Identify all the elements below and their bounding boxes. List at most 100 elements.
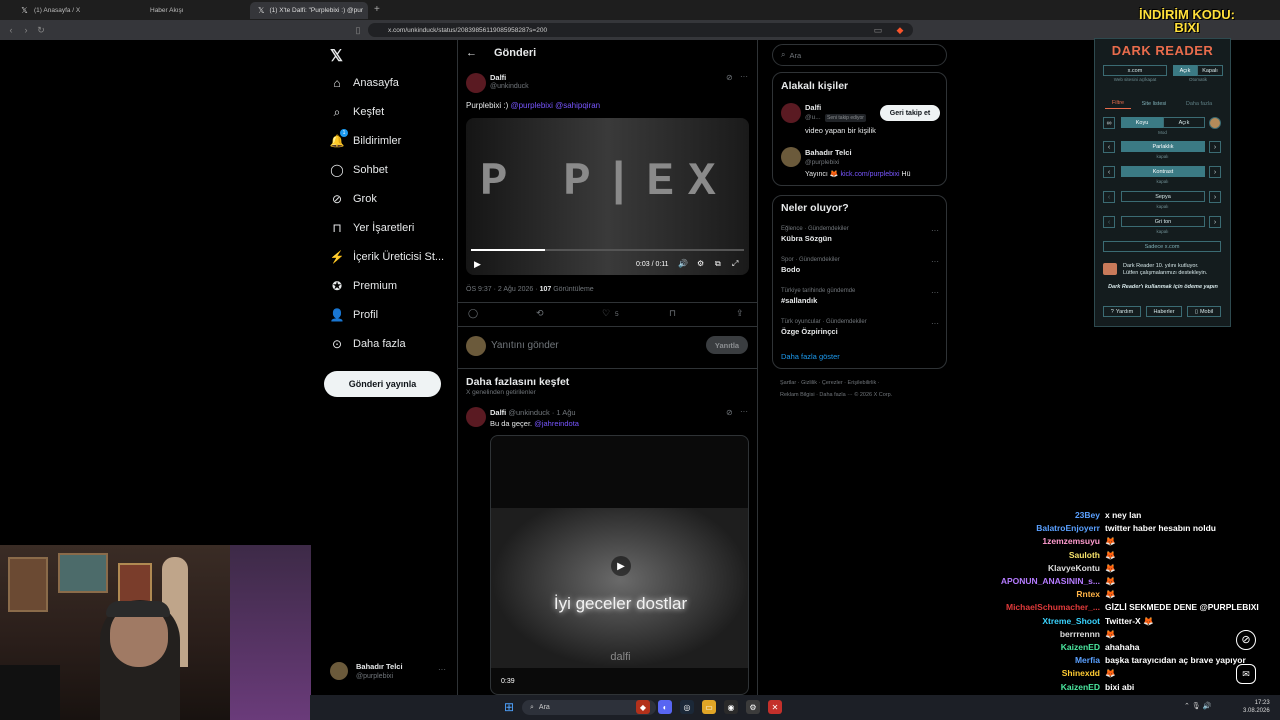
post-video[interactable]: P P|EX ▶ 0:03 / 0:11 🔊 ⚙ ⧉ ⤢ [466, 118, 749, 275]
mode-light[interactable]: Açık [1163, 117, 1205, 128]
nav-bookmarks[interactable]: ⊓ Yer İşaretleri [330, 217, 414, 239]
play-icon[interactable]: ▶ [474, 259, 481, 270]
footer-links[interactable]: Reklam Bilgisi · Daha fazla ··· © 2026 X… [780, 392, 892, 398]
browser-tab-2[interactable]: Haber Akışı [128, 2, 246, 19]
account-switcher[interactable]: Bahadır Telci @purplebixi ··· [330, 660, 450, 684]
grok-icon[interactable]: ⊘ [726, 73, 733, 82]
trend-item[interactable]: Spor · Gündemdekiler Bodo ··· [781, 257, 941, 274]
follow-back-button[interactable]: Geri takip et [880, 105, 940, 121]
show-more-link[interactable]: Daha fazla göster [781, 352, 840, 361]
chat-username[interactable]: berrrennn [990, 629, 1105, 642]
chat-username[interactable]: Rntex [990, 589, 1105, 602]
brightness-slider[interactable]: Parlaklık [1121, 141, 1205, 152]
nav-creator-studio[interactable]: ⚡ İçerik Üreticisi St... [330, 246, 445, 268]
tab-filter[interactable]: Filtre [1105, 98, 1131, 109]
chevron-left-icon[interactable]: ‹ [1103, 166, 1115, 178]
chevron-right-icon[interactable]: › [1209, 191, 1221, 203]
new-tab-button[interactable]: + [374, 4, 380, 15]
chat-username[interactable]: Xtreme_Shoot [990, 616, 1105, 629]
mobile-button[interactable]: ▯ Mobil [1187, 306, 1221, 317]
chat-username[interactable]: APONUN_ANASININ_s... [990, 576, 1105, 589]
on-toggle[interactable]: Açık [1173, 65, 1197, 76]
only-for-site-button[interactable]: Sadece x.com [1103, 241, 1221, 252]
avatar[interactable] [781, 147, 801, 167]
chat-username[interactable]: KaizenED [990, 682, 1105, 695]
app-icon[interactable]: ✕ [768, 700, 782, 714]
forward-icon[interactable]: › [20, 24, 32, 36]
chevron-left-icon[interactable]: ‹ [1103, 141, 1115, 153]
settings-icon[interactable]: ⚙ [697, 259, 704, 268]
glasses-icon[interactable]: ∞ [1103, 117, 1115, 129]
off-toggle[interactable]: Kapalı [1197, 65, 1223, 76]
windows-start-icon[interactable]: ⊞ [502, 700, 516, 714]
avatar[interactable] [466, 407, 486, 427]
folder-icon[interactable]: ▭ [702, 700, 716, 714]
steam-icon[interactable]: ◎ [680, 700, 694, 714]
chevron-right-icon[interactable]: › [1209, 166, 1221, 178]
chat-username[interactable]: 1zemzemsuyu [990, 536, 1105, 549]
contrast-slider[interactable]: Kontrast [1121, 166, 1205, 177]
address-bar[interactable]: x.com/unkinduck/status/20839856119085958… [368, 23, 913, 37]
mode-dark[interactable]: Koyu [1121, 117, 1163, 128]
nav-grok[interactable]: ⊘ Grok [330, 188, 377, 210]
chevron-right-icon[interactable]: › [1209, 141, 1221, 153]
post-author[interactable]: Dalfi [490, 73, 506, 82]
reply-button[interactable]: Yanıtla [706, 336, 748, 354]
chat-username[interactable]: MichaelSchumacher_... [990, 602, 1105, 615]
tab-site-list[interactable]: Site listesi [1135, 98, 1173, 109]
search-box[interactable]: ⌕ Ara [772, 44, 947, 66]
repost-icon[interactable]: ⟲ [536, 308, 544, 319]
clock[interactable]: 17:23 3.08.2026 [1243, 699, 1270, 715]
avatar-icon[interactable] [1209, 117, 1221, 129]
chat-username[interactable]: KaizenED [990, 642, 1105, 655]
avatar[interactable] [466, 73, 486, 93]
nav-chat[interactable]: ◯ Sohbet [330, 159, 388, 181]
grok-float-icon[interactable]: ⊘ [1236, 630, 1256, 650]
nav-home[interactable]: ⌂ Anasayfa [330, 72, 399, 94]
fullscreen-icon[interactable]: ⤢ [732, 259, 738, 269]
reload-icon[interactable]: ↻ [35, 24, 47, 36]
chat-username[interactable]: BalatroEnjoyerr [990, 523, 1105, 536]
browser-tab-1[interactable]: 𝕏 (1) Anasayfa / X [12, 2, 124, 19]
news-button[interactable]: Haberler [1146, 306, 1182, 317]
chevron-left-icon[interactable]: ‹ [1103, 216, 1115, 228]
discover-video[interactable]: ▶ İyi geceler dostlar dalfi 0:39 [490, 435, 749, 695]
bookmark-icon[interactable]: ⊓ [669, 308, 676, 319]
trend-item[interactable]: Eğlence · Gündemdekiler Kübra Sözgün ··· [781, 226, 941, 243]
help-button[interactable]: ? Yardım [1103, 306, 1141, 317]
messages-float-icon[interactable]: ✉ [1236, 664, 1256, 684]
pay-notice[interactable]: Dark Reader'ı kullanmak için ödeme yapın [1103, 284, 1223, 290]
tray-icons[interactable]: ⌃ 🎙 🔊 [1184, 702, 1211, 710]
discord-icon[interactable]: ◐ [658, 700, 672, 714]
chat-username[interactable]: 23Bey [990, 510, 1105, 523]
grayscale-slider[interactable]: Gri ton [1121, 216, 1205, 227]
more-icon[interactable]: ··· [931, 319, 939, 328]
more-icon[interactable]: ··· [931, 257, 939, 266]
like-icon[interactable]: ♡ [602, 308, 610, 319]
more-icon[interactable]: ··· [740, 72, 748, 81]
play-icon[interactable]: ▶ [611, 556, 631, 576]
chat-username[interactable]: Shinexdd [990, 668, 1105, 681]
nav-more[interactable]: ⊙ Daha fazla [330, 333, 406, 355]
nav-notifications[interactable]: 🔔 1 Bildirimler [330, 129, 401, 152]
chat-username[interactable]: KlavyeKontu [990, 563, 1105, 576]
trend-item[interactable]: Türkiye tarihinde gündemde #sallandık ··· [781, 288, 941, 305]
bookmark-page-icon[interactable]: ▯ [352, 24, 364, 36]
footer-links[interactable]: Şartlar · Gizlilik · Çerezler · Erişileb… [780, 380, 880, 386]
reply-input[interactable]: Yanıtını gönder [491, 340, 559, 351]
screen-icon[interactable]: ▭ [872, 24, 884, 36]
nav-explore[interactable]: ⌕ Keşfet [330, 101, 385, 123]
reply-icon[interactable]: ◯ [468, 308, 478, 319]
more-icon[interactable]: ··· [931, 226, 939, 235]
browser-tab-3-active[interactable]: 𝕏 (1) X'te Dalfi: "Purplebixi :) @pur [250, 2, 368, 19]
nav-profile[interactable]: 👤 Profil [330, 304, 379, 326]
more-icon[interactable]: ··· [931, 288, 939, 297]
trend-item[interactable]: Türk oyuncular · Gündemdekiler Özge Özpir… [781, 319, 941, 336]
site-toggle[interactable]: x.com [1103, 65, 1167, 76]
grok-icon[interactable]: ⊘ [726, 408, 733, 417]
more-icon[interactable]: ··· [740, 407, 748, 416]
chat-username[interactable]: Merfia [990, 655, 1105, 668]
nav-premium[interactable]: ✪ Premium [330, 275, 397, 297]
tab-more[interactable]: Daha fazla [1179, 98, 1219, 109]
avatar[interactable] [781, 103, 801, 123]
